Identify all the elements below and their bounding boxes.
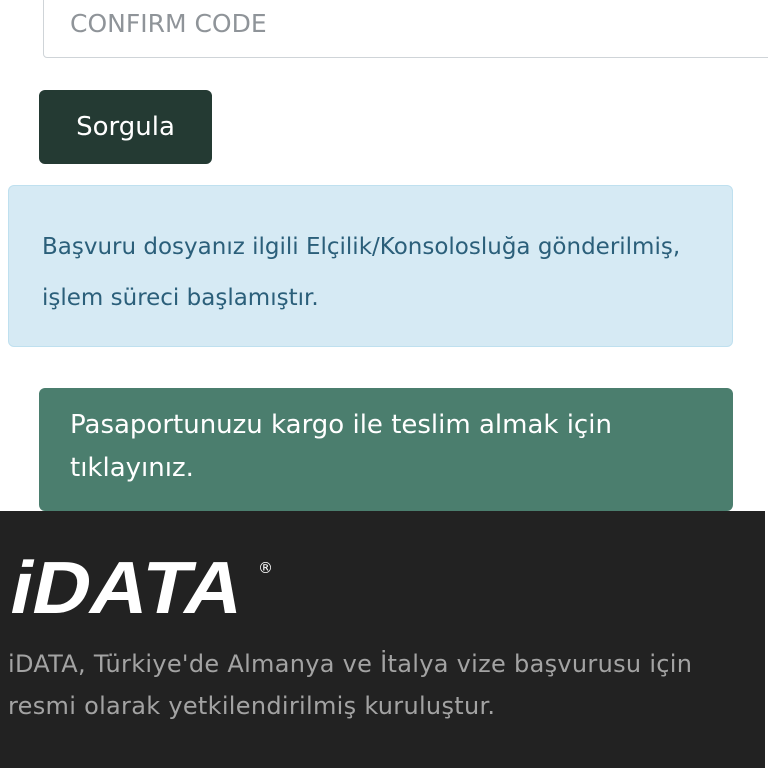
confirm-code-input[interactable] [43, 0, 768, 58]
footer: iDATA ® iDATA, Türkiye'de Almanya ve İta… [0, 511, 765, 768]
idata-logo-graphic: iDATA ® [8, 549, 273, 621]
page: Sorgula Başvuru dosyanız ilgili Elçilik/… [0, 0, 768, 768]
kargo-delivery-label: Pasaportunuzu kargo ile teslim almak içi… [70, 410, 612, 483]
kargo-delivery-link[interactable]: Pasaportunuzu kargo ile teslim almak içi… [39, 388, 733, 511]
idata-logo-wordmark: iDATA [8, 549, 253, 621]
registered-mark: ® [258, 559, 273, 577]
query-button[interactable]: Sorgula [39, 90, 212, 164]
status-message: Başvuru dosyanız ilgili Elçilik/Konsolos… [42, 234, 681, 311]
status-info-alert: Başvuru dosyanız ilgili Elçilik/Konsolos… [8, 185, 733, 347]
idata-logo: iDATA ® [8, 549, 273, 621]
footer-description: iDATA, Türkiye'de Almanya ve İtalya vize… [8, 650, 693, 720]
